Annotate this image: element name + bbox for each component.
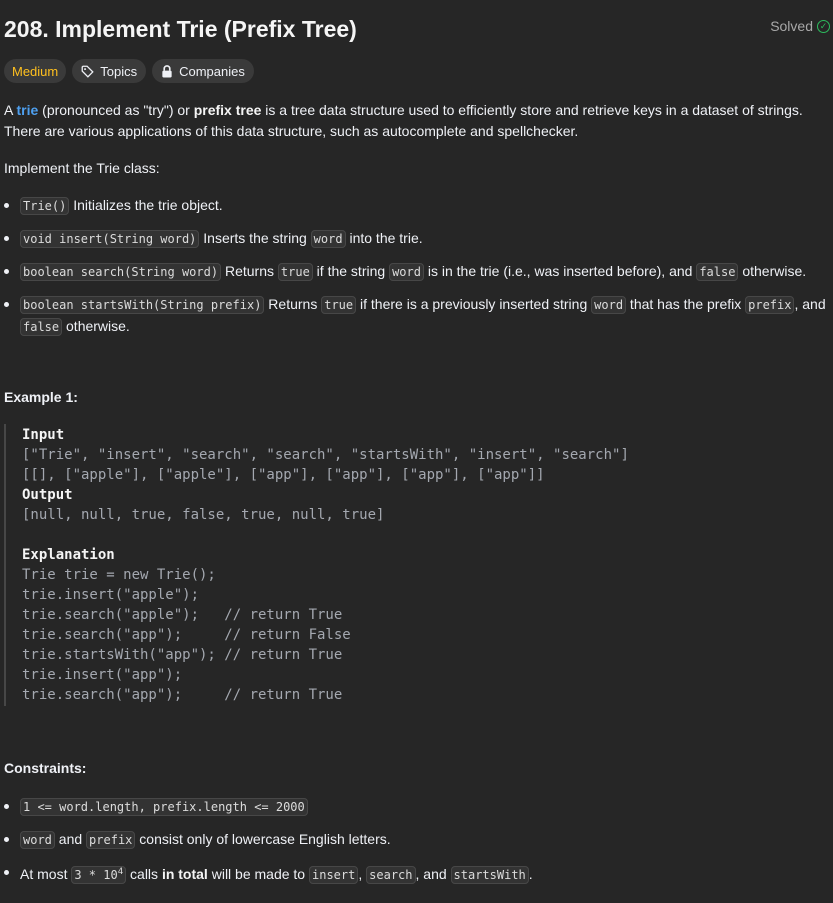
intro-paragraph: A trie (pronounced as "try") or prefix t… — [4, 100, 830, 142]
topics-label: Topics — [100, 63, 138, 79]
bullet-icon — [4, 837, 9, 842]
text: Returns — [264, 296, 322, 312]
inline-code: startsWith — [450, 866, 529, 884]
text: , and — [415, 866, 451, 882]
inline-code: word — [310, 230, 346, 248]
difficulty-label: Medium — [12, 63, 59, 79]
input-line: [[], ["apple"], ["apple"], ["app"], ["ap… — [22, 467, 545, 483]
constraint-text: At most 3 * 104 calls in total will be m… — [20, 862, 828, 886]
inline-code: boolean search(String word) — [20, 263, 222, 281]
text: Initializes the trie object. — [69, 197, 223, 213]
bullet-icon — [4, 236, 9, 241]
inline-code: true — [321, 296, 357, 314]
inline-code: search — [366, 866, 416, 884]
explanation-line: trie.startsWith("app"); // return True — [22, 647, 343, 663]
text: and — [54, 831, 87, 847]
bullet-icon — [4, 269, 9, 274]
implement-paragraph: Implement the Trie class: — [4, 160, 160, 176]
example-title: Example 1: — [4, 389, 78, 405]
text: otherwise. — [62, 318, 130, 334]
explanation-line: trie.insert("apple"); — [22, 587, 200, 603]
explanation-line: trie.search("app"); // return True — [22, 687, 343, 703]
text: At most — [20, 866, 72, 882]
explanation-line: trie.search("apple"); // return True — [22, 607, 343, 623]
list-item-text: boolean search(String word) Returns true… — [20, 261, 828, 283]
text: will be made to — [207, 866, 309, 882]
text: into the trie. — [345, 230, 423, 246]
inline-code: false — [20, 318, 63, 336]
intro-text: A — [4, 102, 17, 118]
text: Inserts the string — [199, 230, 311, 246]
inline-code: void insert(String word) — [20, 230, 200, 248]
code-base: 3 * 10 — [74, 868, 118, 882]
inline-code: word — [20, 831, 55, 849]
solved-status: Solved ✓ — [770, 18, 830, 34]
constraint-text: word and prefix consist only of lowercas… — [20, 829, 828, 851]
intro-text: (pronounced as "try") or — [38, 102, 194, 118]
topics-button[interactable]: Topics — [72, 59, 147, 83]
inline-code: 3 * 104 — [71, 866, 127, 884]
explanation-label: Explanation — [22, 547, 115, 563]
code-exponent: 4 — [117, 867, 124, 877]
solved-label: Solved — [770, 18, 813, 34]
list-item-text: Trie() Initializes the trie object. — [20, 195, 828, 217]
text: consist only of lowercase English letter… — [135, 831, 391, 847]
lock-icon — [162, 64, 172, 78]
bullet-icon — [4, 804, 9, 809]
inline-code: word — [591, 296, 627, 314]
tag-row: Medium Topics Companies — [4, 59, 254, 83]
constraint-text: 1 <= word.length, prefix.length <= 2000 — [20, 796, 828, 818]
title-row: 208. Implement Trie (Prefix Tree) Solved… — [4, 14, 830, 44]
tag-icon — [81, 65, 94, 78]
inline-code: 1 <= word.length, prefix.length <= 2000 — [20, 798, 308, 816]
problem-title[interactable]: 208. Implement Trie (Prefix Tree) — [4, 14, 357, 44]
text: is in the trie (i.e., was inserted befor… — [423, 263, 697, 279]
text: Returns — [221, 263, 278, 279]
trie-link[interactable]: trie — [16, 102, 38, 118]
explanation-line: trie.insert("app"); — [22, 667, 183, 683]
explanation-line: trie.search("app"); // return False — [22, 627, 351, 643]
text: calls — [126, 866, 162, 882]
companies-label: Companies — [179, 63, 245, 79]
text: , — [358, 866, 367, 882]
text: otherwise. — [738, 263, 807, 279]
text: . — [528, 866, 533, 882]
companies-button[interactable]: Companies — [152, 59, 254, 83]
inline-code: Trie() — [20, 197, 70, 215]
text: if there is a previously inserted string — [356, 296, 592, 312]
text: , and — [794, 296, 826, 312]
constraints-title: Constraints: — [4, 760, 87, 776]
prefix-tree-bold: prefix tree — [193, 102, 262, 118]
difficulty-badge[interactable]: Medium — [4, 59, 67, 83]
inline-code: prefix — [745, 296, 795, 314]
input-label: Input — [22, 427, 65, 443]
bullet-icon — [4, 870, 9, 875]
inline-code: false — [696, 263, 739, 281]
text: if the string — [312, 263, 390, 279]
inline-code: word — [389, 263, 424, 281]
input-line: ["Trie", "insert", "search", "search", "… — [22, 447, 629, 463]
example-block: Input ["Trie", "insert", "search", "sear… — [4, 424, 832, 706]
text: that has the prefix — [626, 296, 746, 312]
check-circle-icon: ✓ — [817, 19, 830, 33]
bullet-icon — [4, 203, 9, 208]
explanation-line: Trie trie = new Trie(); — [22, 567, 216, 583]
output-label: Output — [22, 487, 73, 503]
inline-code: boolean startsWith(String prefix) — [20, 296, 265, 314]
inline-code: prefix — [86, 831, 136, 849]
output-line: [null, null, true, false, true, null, tr… — [22, 507, 385, 523]
bullet-icon — [4, 302, 9, 307]
inline-code: true — [277, 263, 313, 281]
bold-text: in total — [161, 866, 208, 882]
list-item-text: boolean startsWith(String prefix) Return… — [20, 294, 828, 338]
inline-code: insert — [309, 866, 359, 884]
list-item-text: void insert(String word) Inserts the str… — [20, 228, 828, 250]
